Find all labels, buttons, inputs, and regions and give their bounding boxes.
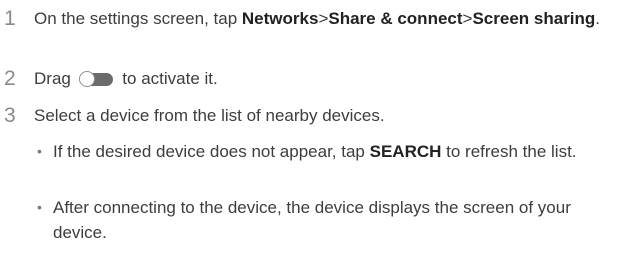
toggle-switch-icon [78, 71, 115, 87]
bullet-1-before: If the desired device does not appear, t… [53, 142, 370, 161]
step-1-suffix: . [595, 9, 601, 28]
step-text: Drag to activate it. [34, 66, 619, 91]
menu-share-connect: Share & connect [328, 9, 463, 28]
step-number: 1 [4, 7, 16, 30]
step-text: On the settings screen, tap Networks>Sha… [34, 6, 619, 31]
menu-networks: Networks [241, 9, 319, 28]
bullet-text: After connecting to the device, the devi… [53, 198, 571, 242]
step-number: 3 [4, 104, 16, 127]
step-text: Select a device from the list of nearby … [34, 106, 385, 125]
bullet-text: If the desired device does not appear, t… [53, 139, 613, 164]
step-2-after: to activate it. [117, 69, 218, 88]
bullet-marker: • [37, 199, 42, 215]
toggle-knob [78, 71, 95, 87]
step-2-before: Drag [34, 69, 76, 88]
search-keyword: SEARCH [369, 142, 442, 161]
bullet-1-after: to refresh the list. [441, 142, 577, 161]
bullet-marker: • [37, 143, 42, 159]
step-1-prefix: On the settings screen, tap [34, 9, 242, 28]
instruction-document: 1 On the settings screen, tap Networks>S… [0, 0, 622, 254]
step-number: 2 [4, 67, 16, 90]
path-separator: > [318, 9, 329, 28]
menu-screen-sharing: Screen sharing [472, 9, 596, 28]
path-separator: > [462, 9, 473, 28]
